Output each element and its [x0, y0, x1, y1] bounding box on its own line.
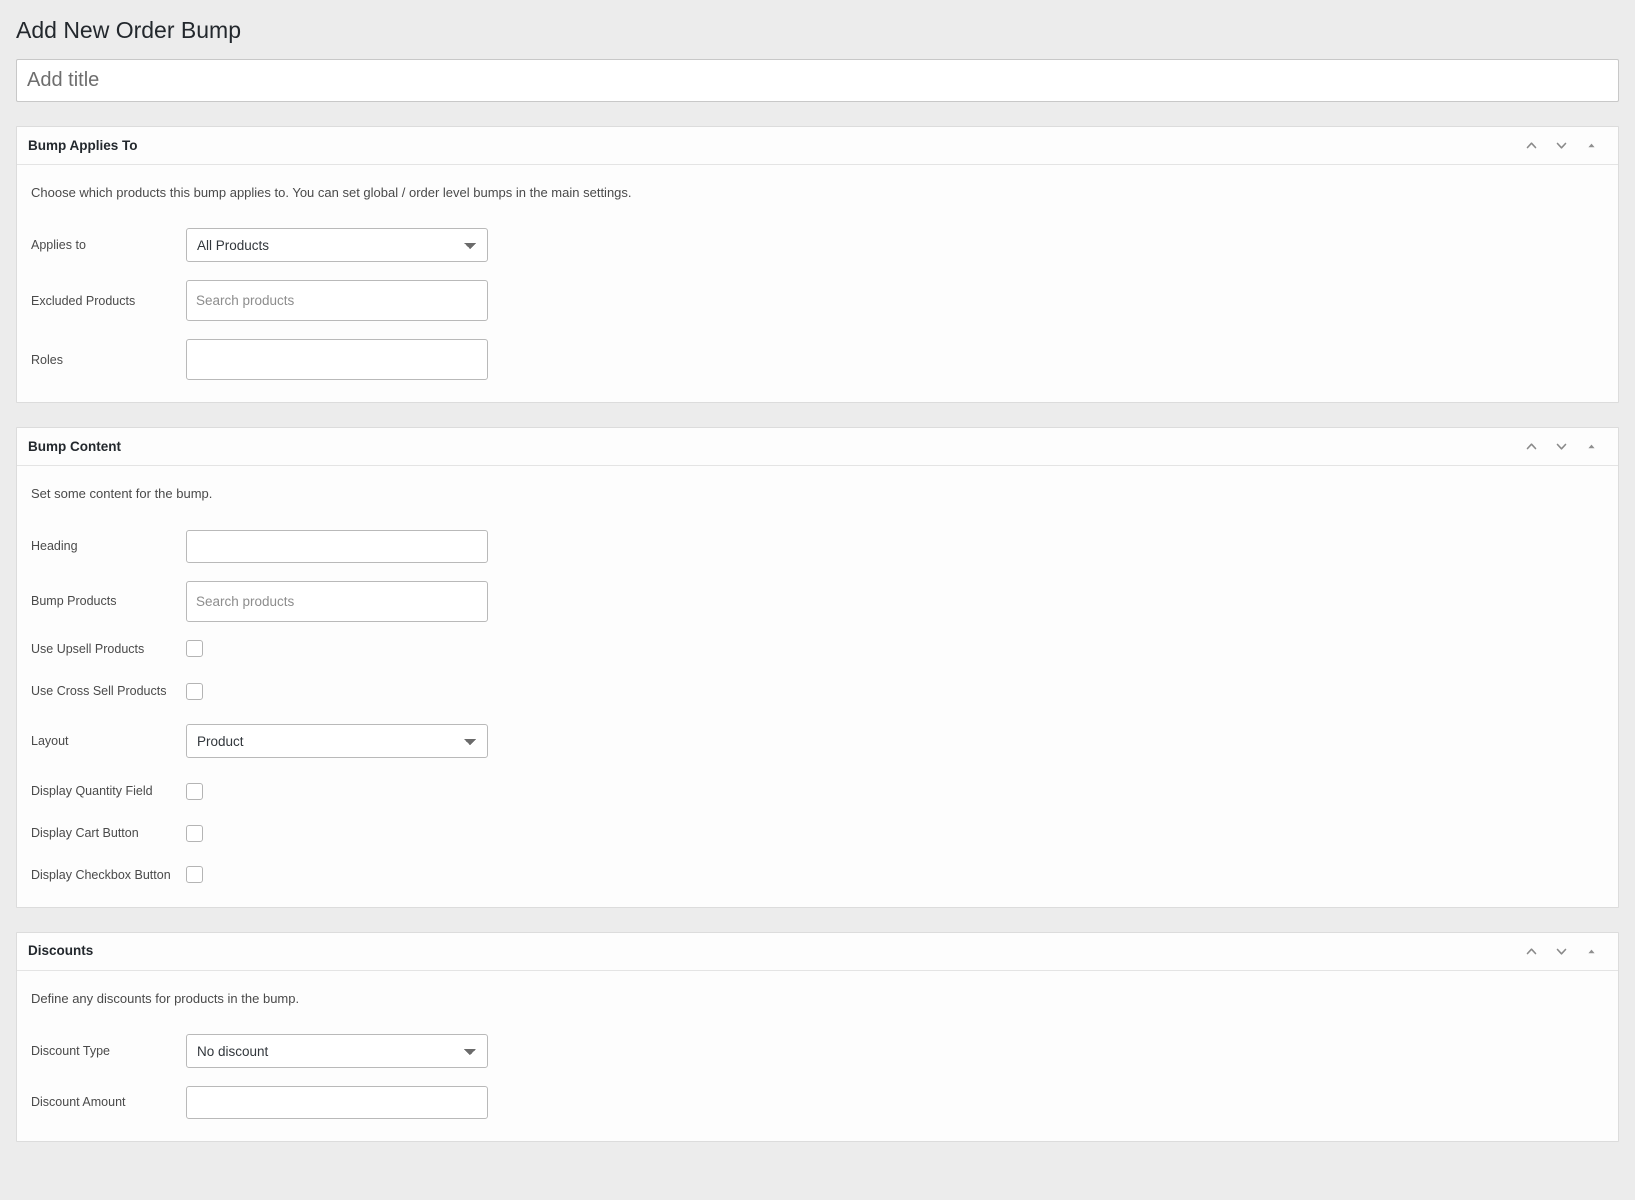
discount-amount-input[interactable] — [186, 1086, 488, 1120]
field-control — [186, 682, 203, 700]
field-row: Layout Product — [31, 724, 1604, 759]
panel-body: Choose which products this bump applies … — [17, 165, 1618, 403]
field-label-use-upsell-products: Use Upsell Products — [31, 641, 145, 656]
field-label-excluded-products: Excluded Products — [31, 293, 136, 308]
field-label-discount-type: Discount Type — [31, 1043, 110, 1058]
panel-title: Bump Applies To — [28, 137, 138, 153]
chevron-down-icon[interactable] — [1546, 432, 1576, 462]
panel-title: Discounts — [28, 943, 94, 959]
panel-body: Set some content for the bump. Heading B… — [17, 466, 1618, 906]
field-label-display-cart-button: Display Cart Button — [31, 826, 139, 841]
panel-description: Set some content for the bump. — [31, 486, 213, 502]
roles-input[interactable] — [186, 339, 488, 381]
field-label-bump-products: Bump Products — [31, 594, 117, 609]
heading-input[interactable] — [186, 529, 488, 563]
field-label-roles: Roles — [31, 352, 63, 367]
panel-bump-applies-to: Bump Applies To Choose which products th… — [16, 125, 1619, 404]
chevron-up-icon[interactable] — [1516, 936, 1546, 966]
panel-title: Bump Content — [28, 439, 121, 455]
bump-products-search-input[interactable] — [186, 580, 488, 622]
discount-type-select[interactable]: No discount — [186, 1034, 488, 1069]
post-title-input[interactable] — [16, 58, 1619, 102]
display-cart-button-checkbox[interactable] — [186, 824, 203, 842]
field-row: Applies to All Products — [31, 228, 1604, 263]
admin-page: Add New Order Bump Bump Applies To Choos… — [0, 0, 1635, 1143]
layout-select[interactable]: Product — [186, 724, 488, 759]
field-control: All Products — [186, 228, 488, 263]
panel-header: Bump Applies To — [17, 127, 1618, 165]
field-control — [186, 280, 488, 322]
page-title: Add New Order Bump — [16, 17, 241, 43]
field-row: Display Checkbox Button — [31, 866, 1604, 884]
field-control — [186, 580, 488, 622]
field-row: Discount Amount — [31, 1086, 1604, 1120]
field-row: Discount Type No discount — [31, 1034, 1604, 1069]
panel-body: Define any discounts for products in the… — [17, 971, 1618, 1142]
chevron-up-icon[interactable] — [1516, 432, 1546, 462]
triangle-up-icon[interactable] — [1576, 432, 1606, 462]
panel-bump-content: Bump Content Set some content for the bu… — [16, 427, 1619, 908]
field-row: Roles — [31, 339, 1604, 381]
use-upsell-products-checkbox[interactable] — [186, 640, 203, 658]
field-label-applies-to: Applies to — [31, 238, 86, 253]
display-checkbox-button-checkbox[interactable] — [186, 866, 203, 884]
field-control — [186, 824, 203, 842]
field-row: Heading — [31, 529, 1604, 563]
field-control — [186, 782, 203, 800]
field-label-discount-amount: Discount Amount — [31, 1095, 126, 1110]
panel-actions — [1516, 130, 1606, 160]
chevron-up-icon[interactable] — [1516, 130, 1546, 160]
use-cross-sell-products-checkbox[interactable] — [186, 682, 203, 700]
panel-header: Bump Content — [17, 428, 1618, 467]
field-label-display-checkbox-button: Display Checkbox Button — [31, 868, 171, 883]
chevron-down-icon[interactable] — [1546, 130, 1576, 160]
panel-discounts: Discounts Define any discounts for produ… — [16, 931, 1619, 1143]
field-row: Bump Products — [31, 580, 1604, 622]
field-row: Display Quantity Field — [31, 782, 1604, 800]
field-row: Use Cross Sell Products — [31, 682, 1604, 700]
field-row: Display Cart Button — [31, 824, 1604, 842]
field-control: Product — [186, 724, 488, 759]
field-label-heading: Heading — [31, 539, 78, 554]
panel-actions — [1516, 432, 1606, 462]
excluded-products-search-input[interactable] — [186, 280, 488, 322]
field-control — [186, 866, 203, 884]
panel-description: Define any discounts for products in the… — [31, 990, 300, 1006]
triangle-up-icon[interactable] — [1576, 936, 1606, 966]
panel-header: Discounts — [17, 933, 1618, 971]
field-control — [186, 1086, 488, 1120]
field-label-display-quantity-field: Display Quantity Field — [31, 784, 153, 799]
field-row: Excluded Products — [31, 280, 1604, 322]
field-control — [186, 339, 488, 381]
panel-actions — [1516, 936, 1606, 966]
field-control — [186, 640, 203, 658]
field-control — [186, 529, 488, 563]
field-label-layout: Layout — [31, 734, 69, 749]
chevron-down-icon[interactable] — [1546, 936, 1576, 966]
panel-description: Choose which products this bump applies … — [31, 184, 632, 200]
display-quantity-field-checkbox[interactable] — [186, 782, 203, 800]
field-label-use-cross-sell-products: Use Cross Sell Products — [31, 684, 167, 699]
applies-to-select[interactable]: All Products — [186, 228, 488, 263]
triangle-up-icon[interactable] — [1576, 130, 1606, 160]
field-control: No discount — [186, 1034, 488, 1069]
field-row: Use Upsell Products — [31, 640, 1604, 658]
